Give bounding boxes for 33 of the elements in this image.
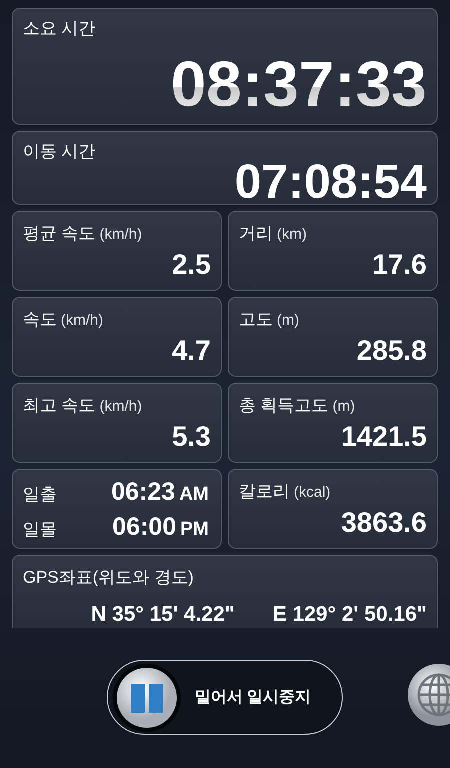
stat-value: 5.3	[172, 421, 211, 452]
pause-icon[interactable]	[112, 662, 182, 732]
sun-time: 06:23 AM	[111, 478, 209, 507]
time-label: 이동 시간	[23, 141, 97, 163]
stat-label: 칼로리	[239, 481, 290, 503]
stat-value: 3863.6	[341, 507, 427, 538]
gps-label: GPS좌표(위도와 경도)	[23, 567, 195, 589]
stat-value: 285.8	[356, 335, 427, 366]
stat-value: 4.7	[172, 335, 211, 366]
pause-slider[interactable]: 밀어서 일시중지	[107, 660, 343, 735]
stat-label: 평균 속도	[23, 223, 96, 245]
time-label: 소요 시간	[23, 18, 97, 40]
unit-label: (km)	[277, 226, 307, 243]
stat-value: 17.6	[372, 249, 427, 280]
stat-label: 최고 속도	[23, 395, 96, 417]
sun-label: 일출	[23, 484, 57, 506]
unit-label: (m)	[332, 398, 356, 415]
stat-label: 거리	[239, 223, 273, 245]
stat-label: 속도	[23, 309, 57, 331]
sun-time: 06:00 PM	[112, 513, 209, 542]
stat-label: 총 획득고도	[239, 395, 329, 417]
sun-label: 일몰	[23, 519, 57, 541]
stat-value: 2.5	[172, 249, 211, 280]
latitude-value: N 35° 15' 4.22"	[91, 603, 235, 627]
unit-label: (kcal)	[294, 484, 331, 501]
unit-label: (km/h)	[100, 226, 142, 243]
unit-label: (km/h)	[61, 312, 104, 329]
unit-label: (km/h)	[100, 398, 142, 415]
stat-label: 고도	[239, 309, 273, 331]
stat-value: 1421.5	[341, 421, 427, 452]
time-value: 07:08:54	[234, 156, 427, 209]
unit-label: (m)	[277, 312, 300, 329]
longitude-value: E 129° 2' 50.16"	[272, 603, 427, 627]
